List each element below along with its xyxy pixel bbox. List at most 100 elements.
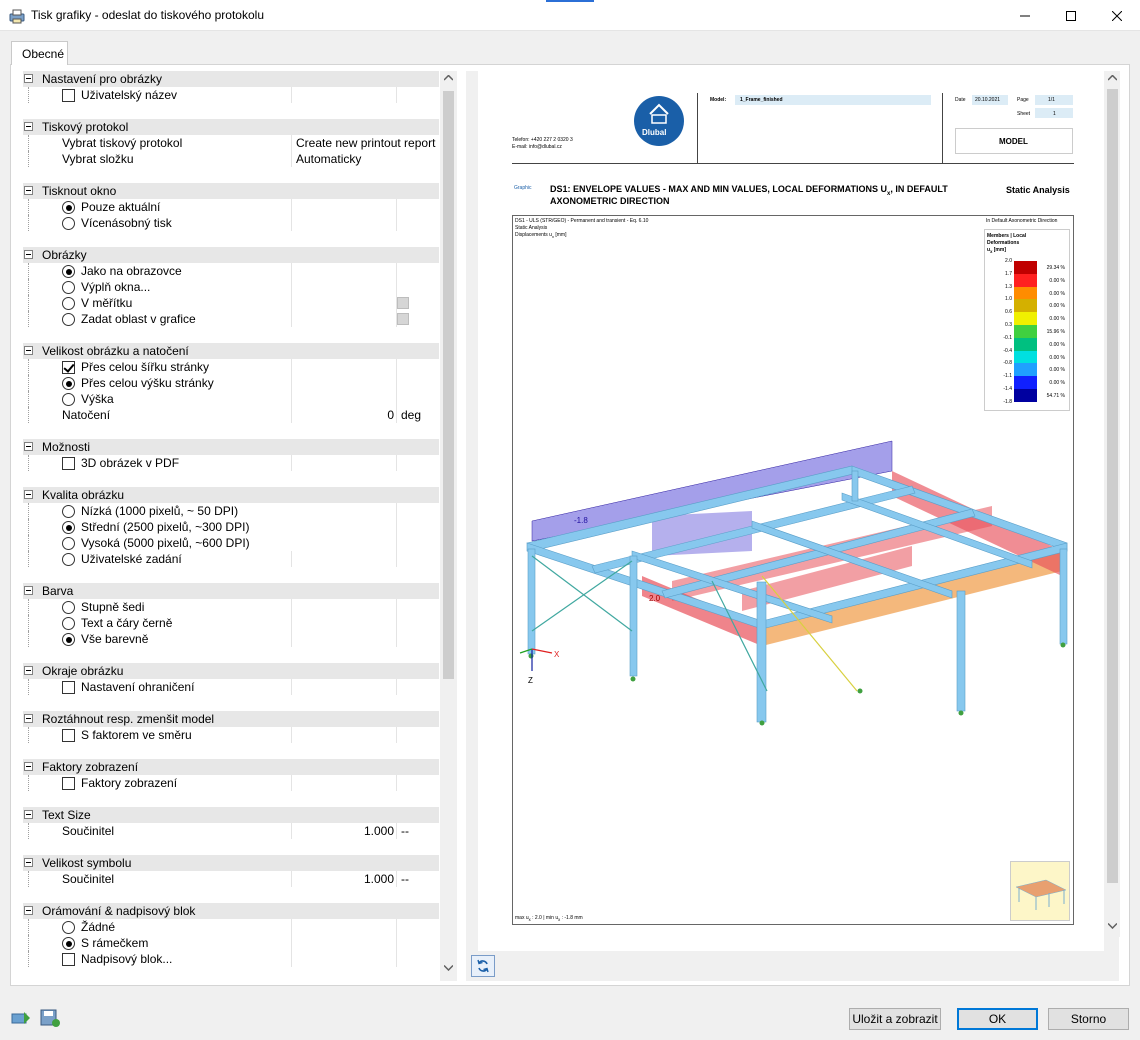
legend-value: -1.1 <box>1003 373 1012 380</box>
frame-none-radio[interactable] <box>62 921 75 934</box>
close-button[interactable] <box>1094 0 1140 31</box>
settings-scrollbar[interactable] <box>440 71 457 981</box>
structure-3d-model: -1.8 2.0 X Z <box>519 440 1068 726</box>
legend-value: 0.3 <box>1005 322 1012 328</box>
legend-percent: 0.00 % <box>1049 316 1065 323</box>
select-report-dropdown[interactable]: Create new printout report <box>296 135 435 151</box>
height-radio[interactable] <box>62 393 75 406</box>
scrollbar-thumb[interactable] <box>1107 89 1118 883</box>
quality-user-radio[interactable] <box>62 553 75 566</box>
section-header[interactable]: Faktory zobrazení <box>23 759 439 775</box>
collapse-icon[interactable] <box>24 762 33 771</box>
user-name-checkbox[interactable] <box>62 89 75 102</box>
section-header[interactable]: Nastavení pro obrázky <box>23 71 439 87</box>
collapse-icon[interactable] <box>24 346 33 355</box>
legend-value: 1.7 <box>1005 270 1012 277</box>
collapse-icon[interactable] <box>24 586 33 595</box>
section-display-factors: Faktory zobrazení Faktory zobrazení <box>23 759 439 791</box>
section-header[interactable]: Orámování & nadpisový blok <box>23 903 439 919</box>
axis-z-label: Z <box>528 676 533 685</box>
collapse-icon[interactable] <box>24 442 33 451</box>
collapse-icon[interactable] <box>24 858 33 867</box>
to-scale-radio[interactable] <box>62 297 75 310</box>
collapse-icon[interactable] <box>24 666 33 675</box>
symbol-size-input[interactable]: 1.000 <box>291 871 394 887</box>
collapse-icon[interactable] <box>24 810 33 819</box>
display-factors-checkbox[interactable] <box>62 777 75 790</box>
text-size-input[interactable]: 1.000 <box>291 823 394 839</box>
quality-medium-radio[interactable] <box>62 521 75 534</box>
max-value-label: 2.0 <box>649 594 661 603</box>
preview-scrollbar[interactable] <box>1105 71 1120 937</box>
area-radio[interactable] <box>62 313 75 326</box>
section-printout-report: Tiskový protokol Vybrat tiskový protokol… <box>23 119 439 167</box>
section-header[interactable]: Text Size <box>23 807 439 823</box>
legend-swatch <box>1014 376 1037 389</box>
section-margins: Okraje obrázku Nastavení ohraničení <box>23 663 439 695</box>
section-header[interactable]: Tisknout okno <box>23 183 439 199</box>
minimize-button[interactable] <box>1002 0 1048 31</box>
legend-swatch <box>1014 350 1037 364</box>
as-screen-radio[interactable] <box>62 265 75 278</box>
area-select-button[interactable] <box>397 313 409 325</box>
collapse-icon[interactable] <box>24 714 33 723</box>
scale-options-button[interactable] <box>397 297 409 309</box>
factor-direction-checkbox[interactable] <box>62 729 75 742</box>
all-color-radio[interactable] <box>62 633 75 646</box>
section-header[interactable]: Barva <box>23 583 439 599</box>
legend-percent: 0.00 % <box>1049 290 1065 297</box>
collapse-icon[interactable] <box>24 186 33 195</box>
multiple-print-radio[interactable] <box>62 217 75 230</box>
legend-swatch <box>1014 286 1037 300</box>
collapse-icon[interactable] <box>24 74 33 83</box>
section-header[interactable]: Možnosti <box>23 439 439 455</box>
pdf-3d-checkbox[interactable] <box>62 457 75 470</box>
section-color: Barva Stupně šedi Text a čáry černě Vše … <box>23 583 439 647</box>
section-header[interactable]: Velikost symbolu <box>23 855 439 871</box>
section-header[interactable]: Roztáhnout resp. zmenšit model <box>23 711 439 727</box>
scrollbar-thumb[interactable] <box>443 91 454 679</box>
legend-value: 2.0 <box>1005 258 1012 264</box>
current-only-radio[interactable] <box>62 201 75 214</box>
title-block-checkbox[interactable] <box>62 953 75 966</box>
collapse-icon[interactable] <box>24 490 33 499</box>
section-header[interactable]: Tiskový protokol <box>23 119 439 135</box>
rotation-input[interactable]: 0 <box>291 407 394 423</box>
print-settings-icon[interactable] <box>10 1008 32 1028</box>
quality-low-radio[interactable] <box>62 505 75 518</box>
legend-percent: 0.00 % <box>1049 277 1065 284</box>
section-frame-title-block: Orámování & nadpisový blok Žádné S rámeč… <box>23 903 439 967</box>
legend-value: 0.6 <box>1005 309 1012 316</box>
margins-checkbox[interactable] <box>62 681 75 694</box>
cancel-button[interactable]: Storno <box>1048 1008 1129 1030</box>
scroll-down-icon[interactable] <box>444 965 453 971</box>
quality-high-radio[interactable] <box>62 537 75 550</box>
collapse-icon[interactable] <box>24 906 33 915</box>
collapse-icon[interactable] <box>24 250 33 259</box>
section-text-size: Text Size Součinitel 1.000 -- <box>23 807 439 839</box>
scroll-up-icon[interactable] <box>444 75 453 81</box>
grayscale-radio[interactable] <box>62 601 75 614</box>
save-and-show-button[interactable]: Uložit a zobrazit <box>849 1008 941 1030</box>
fill-window-radio[interactable] <box>62 281 75 294</box>
refresh-preview-button[interactable] <box>471 955 495 977</box>
legend-swatch <box>1014 312 1037 325</box>
scroll-up-icon[interactable] <box>1108 75 1117 81</box>
frame-with-border-radio[interactable] <box>62 937 75 950</box>
scroll-down-icon[interactable] <box>1108 923 1117 929</box>
select-folder-dropdown[interactable]: Automaticky <box>296 151 361 167</box>
full-height-radio[interactable] <box>62 377 75 390</box>
legend-swatch <box>1014 389 1037 402</box>
section-header[interactable]: Okraje obrázku <box>23 663 439 679</box>
section-header[interactable]: Kvalita obrázku <box>23 487 439 503</box>
maximize-button[interactable] <box>1048 0 1094 31</box>
tab-general[interactable]: Obecné <box>11 41 68 65</box>
section-header[interactable]: Obrázky <box>23 247 439 263</box>
save-settings-icon[interactable] <box>39 1008 61 1028</box>
collapse-icon[interactable] <box>24 122 33 131</box>
full-width-checkbox[interactable] <box>62 361 75 374</box>
legend-swatch <box>1014 299 1037 313</box>
ok-button[interactable]: OK <box>957 1008 1038 1030</box>
section-header[interactable]: Velikost obrázku a natočení <box>23 343 439 359</box>
black-text-radio[interactable] <box>62 617 75 630</box>
